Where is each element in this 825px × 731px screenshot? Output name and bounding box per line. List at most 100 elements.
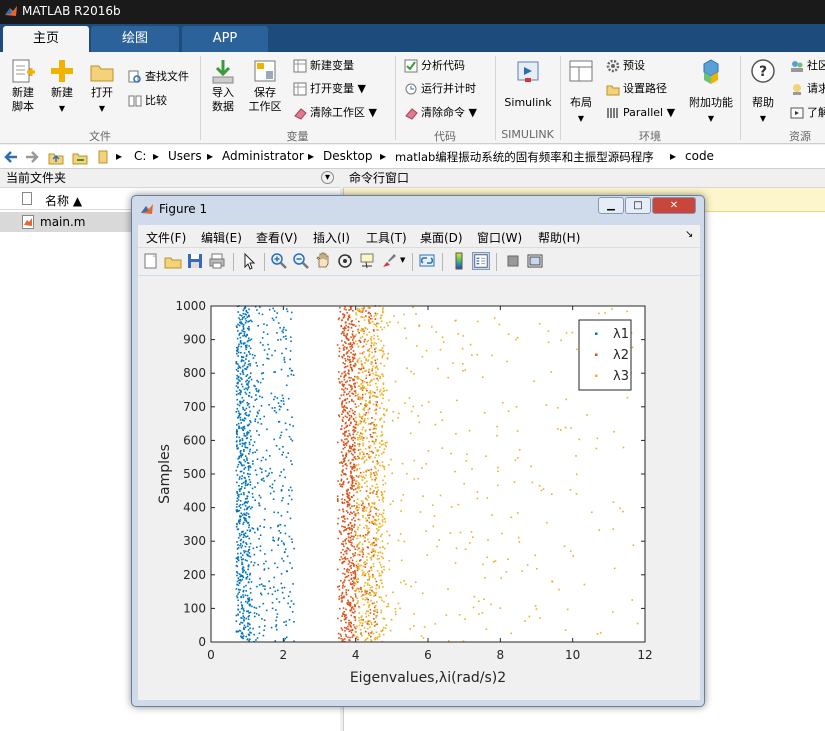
tab-plots[interactable]: 绘图 — [91, 26, 179, 52]
menu-view[interactable]: 查看(V) — [256, 229, 298, 246]
brush-icon[interactable] — [380, 252, 398, 270]
print-icon[interactable] — [208, 252, 226, 270]
zoom-out-icon[interactable] — [292, 252, 310, 270]
breadcrumb-item[interactable]: Users — [168, 149, 202, 163]
help-button[interactable]: ? 帮助 ▼ — [746, 58, 780, 126]
data-point — [361, 451, 364, 453]
chevron-down-icon[interactable]: ▼ — [400, 256, 405, 264]
data-point — [380, 611, 382, 614]
up-folder-icon[interactable] — [48, 149, 64, 165]
request-support-button[interactable]: 请求 — [790, 81, 825, 97]
open-button[interactable]: 打开 ▼ — [86, 58, 118, 116]
learn-button[interactable]: 了解 — [790, 105, 825, 121]
save-icon[interactable] — [186, 252, 204, 270]
menu-window[interactable]: 窗口(W) — [477, 229, 522, 246]
data-point — [245, 512, 248, 514]
preferences-button[interactable]: 预设 — [606, 58, 645, 74]
data-point — [359, 622, 362, 624]
menu-insert[interactable]: 插入(I) — [313, 229, 350, 246]
browse-folder-icon[interactable] — [72, 149, 88, 165]
data-point — [290, 340, 292, 343]
breadcrumb-item[interactable]: C: — [134, 149, 146, 163]
breadcrumb-item[interactable]: Desktop — [323, 149, 373, 163]
clear-commands-button[interactable]: 清除命令 ▼ — [404, 105, 477, 121]
data-point — [471, 468, 473, 470]
figure-window[interactable]: Figure 1 ▁ □ ✕ 文件(F) 编辑(E) 查看(V) 插入(I) 工… — [131, 195, 705, 707]
data-point — [251, 506, 253, 509]
clear-workspace-button[interactable]: 清除工作区 ▼ — [293, 105, 377, 121]
data-point — [237, 463, 240, 466]
link-plot-icon[interactable] — [418, 252, 436, 270]
rotate-3d-icon[interactable] — [336, 252, 354, 270]
data-point — [347, 589, 350, 592]
pan-hand-icon[interactable] — [314, 252, 332, 270]
minimize-button[interactable]: ▁ — [598, 197, 624, 214]
legend-icon[interactable] — [472, 252, 490, 270]
data-point — [241, 359, 243, 361]
data-point — [373, 337, 375, 340]
new-button[interactable]: 新建 ▼ — [46, 58, 78, 116]
data-point — [340, 394, 343, 397]
data-point — [248, 386, 250, 388]
set-path-button[interactable]: 设置路径 — [606, 81, 667, 97]
data-point — [374, 624, 377, 626]
save-workspace-button[interactable]: 保存 工作区 — [246, 58, 284, 114]
data-point — [359, 453, 361, 456]
breadcrumb-item[interactable]: code — [685, 149, 714, 163]
menu-desktop[interactable]: 桌面(D) — [420, 229, 463, 246]
layout-button[interactable]: 布局 ▼ — [564, 58, 598, 126]
data-point — [357, 553, 359, 556]
close-button[interactable]: ✕ — [652, 197, 696, 214]
add-ons-button[interactable]: 附加功能 ▼ — [686, 58, 736, 126]
new-figure-icon[interactable] — [142, 252, 160, 270]
data-point — [256, 527, 259, 530]
forward-arrow-icon[interactable] — [24, 150, 40, 164]
data-point — [485, 628, 488, 630]
run-and-time-button[interactable]: 运行并计时 — [404, 81, 476, 97]
data-point — [258, 389, 260, 392]
dock-arrow-icon[interactable]: ↘ — [685, 229, 693, 240]
data-point — [285, 347, 287, 350]
analyze-code-button[interactable]: 分析代码 — [404, 58, 465, 74]
ribbon: 新建 脚本 新建 ▼ 打开 ▼ 查找文件 比较 文件 导入 数据 保存 工作区 … — [0, 52, 825, 144]
maximize-button[interactable]: □ — [625, 197, 651, 214]
simulink-button[interactable]: Simulink — [500, 58, 556, 110]
breadcrumb-item[interactable]: Administrator — [222, 149, 304, 163]
colorbar-icon[interactable] — [450, 252, 468, 270]
data-point — [250, 378, 253, 381]
data-point — [346, 311, 348, 314]
scatter-plot[interactable]: 0 2 4 6 8 10 120100200300400500600700800900100… — [138, 276, 700, 700]
open-file-icon[interactable] — [164, 252, 182, 270]
new-variable-button[interactable]: 新建变量 — [293, 58, 354, 74]
new-script-button[interactable]: 新建 脚本 — [6, 58, 40, 114]
data-point — [276, 613, 279, 615]
parallel-button[interactable]: Parallel ▼ — [606, 105, 675, 121]
menu-file[interactable]: 文件(F) — [146, 229, 186, 246]
data-point — [241, 604, 243, 606]
figure-canvas[interactable]: 0 2 4 6 8 10 12 0 100 200 300 400 500 600 700 800 900 100… — [138, 276, 700, 700]
legend[interactable]: λ1λ2λ3 — [578, 319, 632, 391]
data-point — [510, 632, 513, 635]
data-point — [371, 318, 373, 320]
breadcrumb-item[interactable]: matlab编程振动系统的固有频率和主振型源码程序 — [395, 149, 654, 165]
hide-tools-icon[interactable] — [504, 252, 522, 270]
menu-tools[interactable]: 工具(T) — [366, 229, 407, 246]
compare-button[interactable]: 比较 — [128, 93, 167, 109]
panel-menu-icon[interactable]: ▾ — [321, 171, 334, 184]
back-arrow-icon[interactable] — [3, 150, 19, 164]
data-point — [248, 505, 251, 508]
zoom-in-icon[interactable] — [270, 252, 288, 270]
pointer-icon[interactable] — [240, 252, 258, 270]
tab-home[interactable]: 主页 — [3, 26, 89, 52]
menu-help[interactable]: 帮助(H) — [538, 229, 580, 246]
show-tools-icon[interactable] — [526, 252, 544, 270]
tab-apps[interactable]: APP — [182, 26, 268, 52]
import-data-button[interactable]: 导入 数据 — [206, 58, 240, 114]
name-column-header[interactable]: 名称 ▲ — [45, 192, 82, 209]
data-cursor-icon[interactable] — [358, 252, 376, 270]
community-button[interactable]: 社区 — [790, 58, 825, 74]
open-variable-button[interactable]: 打开变量 ▼ — [293, 81, 366, 97]
menu-edit[interactable]: 编辑(E) — [201, 229, 242, 246]
find-files-button[interactable]: 查找文件 — [128, 69, 189, 85]
data-point — [354, 426, 356, 429]
